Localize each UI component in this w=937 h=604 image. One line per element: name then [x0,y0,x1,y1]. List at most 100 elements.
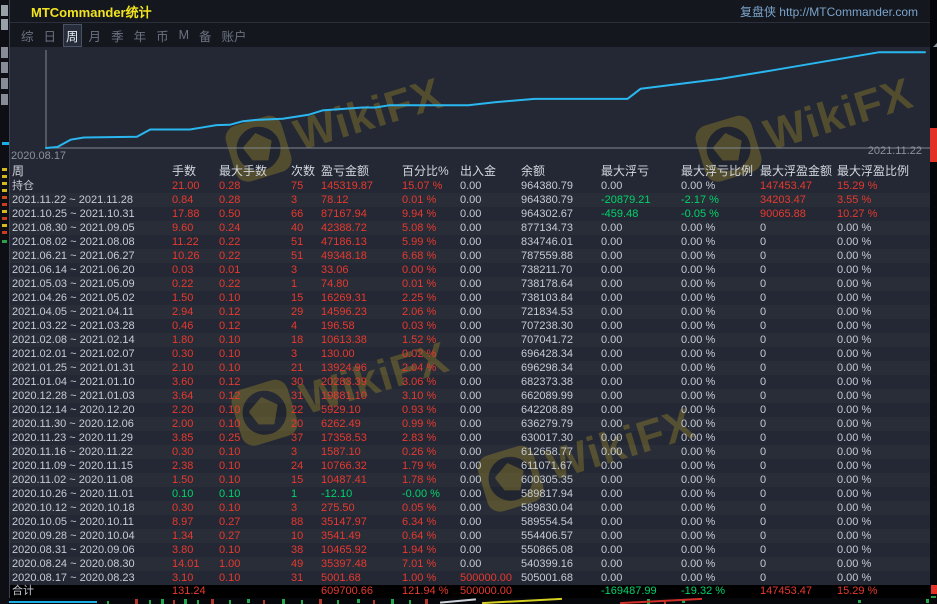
menu-item-magic[interactable]: M [176,26,192,44]
cell-balance: 589817.94 [521,487,601,501]
cell-period: 2020.08.31 ~ 2020.09.06 [12,543,172,557]
cell-max-float-profit: 0 [760,347,837,361]
cell-count: 3 [291,263,321,277]
table-row[interactable]: 2021.02.08 ~ 2021.02.141.800.101810613.3… [10,333,930,347]
cell-deposit: 0.00 [460,557,521,571]
cell-max-float-loss: 0.00 [601,263,681,277]
table-row[interactable]: 持仓21.000.2875145319.8715.07 %0.00964380.… [10,179,930,193]
background-fragment [301,600,303,604]
cell-max-float-profit: 0 [760,235,837,249]
cell-profit-pct: 0.99 % [402,417,460,431]
table-row[interactable]: 2020.12.28 ~ 2021.01.033.640.123119881.1… [10,389,930,403]
table-row[interactable]: 2020.11.09 ~ 2020.11.152.380.102410766.3… [10,459,930,473]
cell-max-float-profit: 0 [760,333,837,347]
menu-item-quarter[interactable]: 季 [108,24,127,47]
table-row[interactable]: 2021.04.05 ~ 2021.04.112.940.122914596.2… [10,305,930,319]
cell-profit-pct: 2.25 % [402,291,460,305]
table-row[interactable]: 2021.02.01 ~ 2021.02.070.300.103130.000.… [10,347,930,361]
background-fragment [2,224,7,227]
chart-end-date-label: 2021.11.22 [868,145,922,157]
cell-lots: 8.97 [172,515,219,529]
cell-max-float-profit: 0 [760,319,837,333]
cell-period: 2020.10.12 ~ 2020.10.18 [12,501,172,515]
cell-max-float-loss-pct: -2.17 % [681,193,760,207]
menu-item-summary[interactable]: 综 [18,24,37,47]
table-row[interactable]: 2020.11.30 ~ 2020.12.062.000.10206262.49… [10,417,930,431]
menu-bar: 综日周月季年币M备账户 [10,23,930,47]
cell-max-float-profit-pct: 0.00 % [837,333,930,347]
background-fragment [2,217,7,220]
cell-balance: 707041.72 [521,333,601,347]
cell-max-float-loss-pct: 0.00 % [681,515,760,529]
cell-max-float-loss-pct: 0.00 % [681,277,760,291]
table-row[interactable]: 2021.06.21 ~ 2021.06.2710.260.225149348.… [10,249,930,263]
menu-item-year[interactable]: 年 [131,24,150,47]
table-row[interactable]: 2020.11.16 ~ 2020.11.220.300.1031587.100… [10,445,930,459]
table-row[interactable]: 2021.01.25 ~ 2021.01.312.100.102113924.9… [10,361,930,375]
cell-period: 2020.11.02 ~ 2020.11.08 [12,473,172,487]
table-row[interactable]: 2020.08.24 ~ 2020.08.3014.011.004935397.… [10,557,930,571]
cell-lots: 0.30 [172,501,219,515]
cell-lots: 0.22 [172,277,219,291]
table-row[interactable]: 2021.11.22 ~ 2021.11.280.840.28378.120.0… [10,193,930,207]
cell-profit: 47186.13 [321,235,402,249]
cell-max-float-profit: 0 [760,445,837,459]
cell-profit: 49348.18 [321,249,402,263]
cell-max-float-profit-pct: 0.00 % [837,361,930,375]
table-row[interactable]: 2021.08.02 ~ 2021.08.0811.220.225147186.… [10,235,930,249]
cell-period: 2021.06.21 ~ 2021.06.27 [12,249,172,263]
cell-max-lots: 0.10 [219,459,291,473]
cell-max-float-profit-pct: 0.00 % [837,291,930,305]
cell-max-float-loss: 0.00 [601,557,681,571]
menu-item-week[interactable]: 周 [63,24,82,47]
table-row[interactable]: 2021.03.22 ~ 2021.03.280.460.124196.580.… [10,319,930,333]
table-row[interactable]: 2021.08.30 ~ 2021.09.059.600.244042388.7… [10,221,930,235]
menu-item-note[interactable]: 备 [196,24,215,47]
cell-lots: 2.10 [172,361,219,375]
cell-profit: 10613.38 [321,333,402,347]
cell-max-float-loss: 0.00 [601,347,681,361]
cell-max-float-profit-pct: 0.00 % [837,263,930,277]
menu-item-currency[interactable]: 币 [153,24,172,47]
table-row[interactable]: 2020.08.17 ~ 2020.08.233.100.10315001.68… [10,571,930,585]
cell-profit: 10487.41 [321,473,402,487]
table-row[interactable]: 2020.10.12 ~ 2020.10.180.300.103275.500.… [10,501,930,515]
cell-max-lots: 0.10 [219,403,291,417]
table-row[interactable]: 2020.08.31 ~ 2020.09.063.800.103810465.9… [10,543,930,557]
table-row[interactable]: 2020.10.05 ~ 2020.10.118.970.278835147.9… [10,515,930,529]
cell-max-lots: 0.10 [219,445,291,459]
table-row[interactable]: 2020.09.28 ~ 2020.10.041.340.27103541.49… [10,529,930,543]
table-row[interactable]: 2020.12.14 ~ 2020.12.202.200.10225929.10… [10,403,930,417]
cell-lots: 9.60 [172,221,219,235]
brand-link[interactable]: 复盘侠 http://MTCommander.com [740,3,918,20]
cell-max-float-loss-pct: 0.00 % [681,417,760,431]
table-row[interactable]: 2021.05.03 ~ 2021.05.090.220.22174.800.0… [10,277,930,291]
table-row[interactable]: 2021.10.25 ~ 2021.10.3117.880.506687167.… [10,207,930,221]
header-count: 次数 [291,163,321,179]
cell-count: 1 [291,277,321,291]
cell-max-float-loss-pct: 0.00 % [681,291,760,305]
cell-deposit: 500000.00 [460,571,521,585]
menu-item-month[interactable]: 月 [86,24,105,47]
table-row[interactable]: 2020.11.23 ~ 2020.11.293.850.253717358.5… [10,431,930,445]
cell-max-lots: 0.10 [219,347,291,361]
cell-max-float-loss-pct: 0.00 % [681,221,760,235]
cell-balance: 636279.79 [521,417,601,431]
cell-profit-pct: 3.06 % [402,375,460,389]
cell-balance: 738178.64 [521,277,601,291]
cell-deposit: 0.00 [460,333,521,347]
cell-period: 2021.05.03 ~ 2021.05.09 [12,277,172,291]
table-row[interactable]: 2021.04.26 ~ 2021.05.021.500.101516269.3… [10,291,930,305]
table-row[interactable]: 2020.11.02 ~ 2020.11.081.500.101510487.4… [10,473,930,487]
table-row[interactable]: 2021.06.14 ~ 2021.06.200.030.01333.060.0… [10,263,930,277]
table-row[interactable]: 2020.10.26 ~ 2020.11.010.100.101-12.10-0… [10,487,930,501]
table-row[interactable]: 2021.01.04 ~ 2021.01.103.600.123020283.3… [10,375,930,389]
cell-deposit: 0.00 [460,291,521,305]
cell-lots: 2.38 [172,459,219,473]
cell-period: 2020.12.14 ~ 2020.12.20 [12,403,172,417]
cell-period: 2021.08.30 ~ 2021.09.05 [12,221,172,235]
window-title: MTCommander统计 [31,2,152,21]
cell-max-float-loss-pct: 0.00 % [681,445,760,459]
menu-item-day[interactable]: 日 [41,24,60,47]
menu-item-account[interactable]: 账户 [219,24,250,47]
